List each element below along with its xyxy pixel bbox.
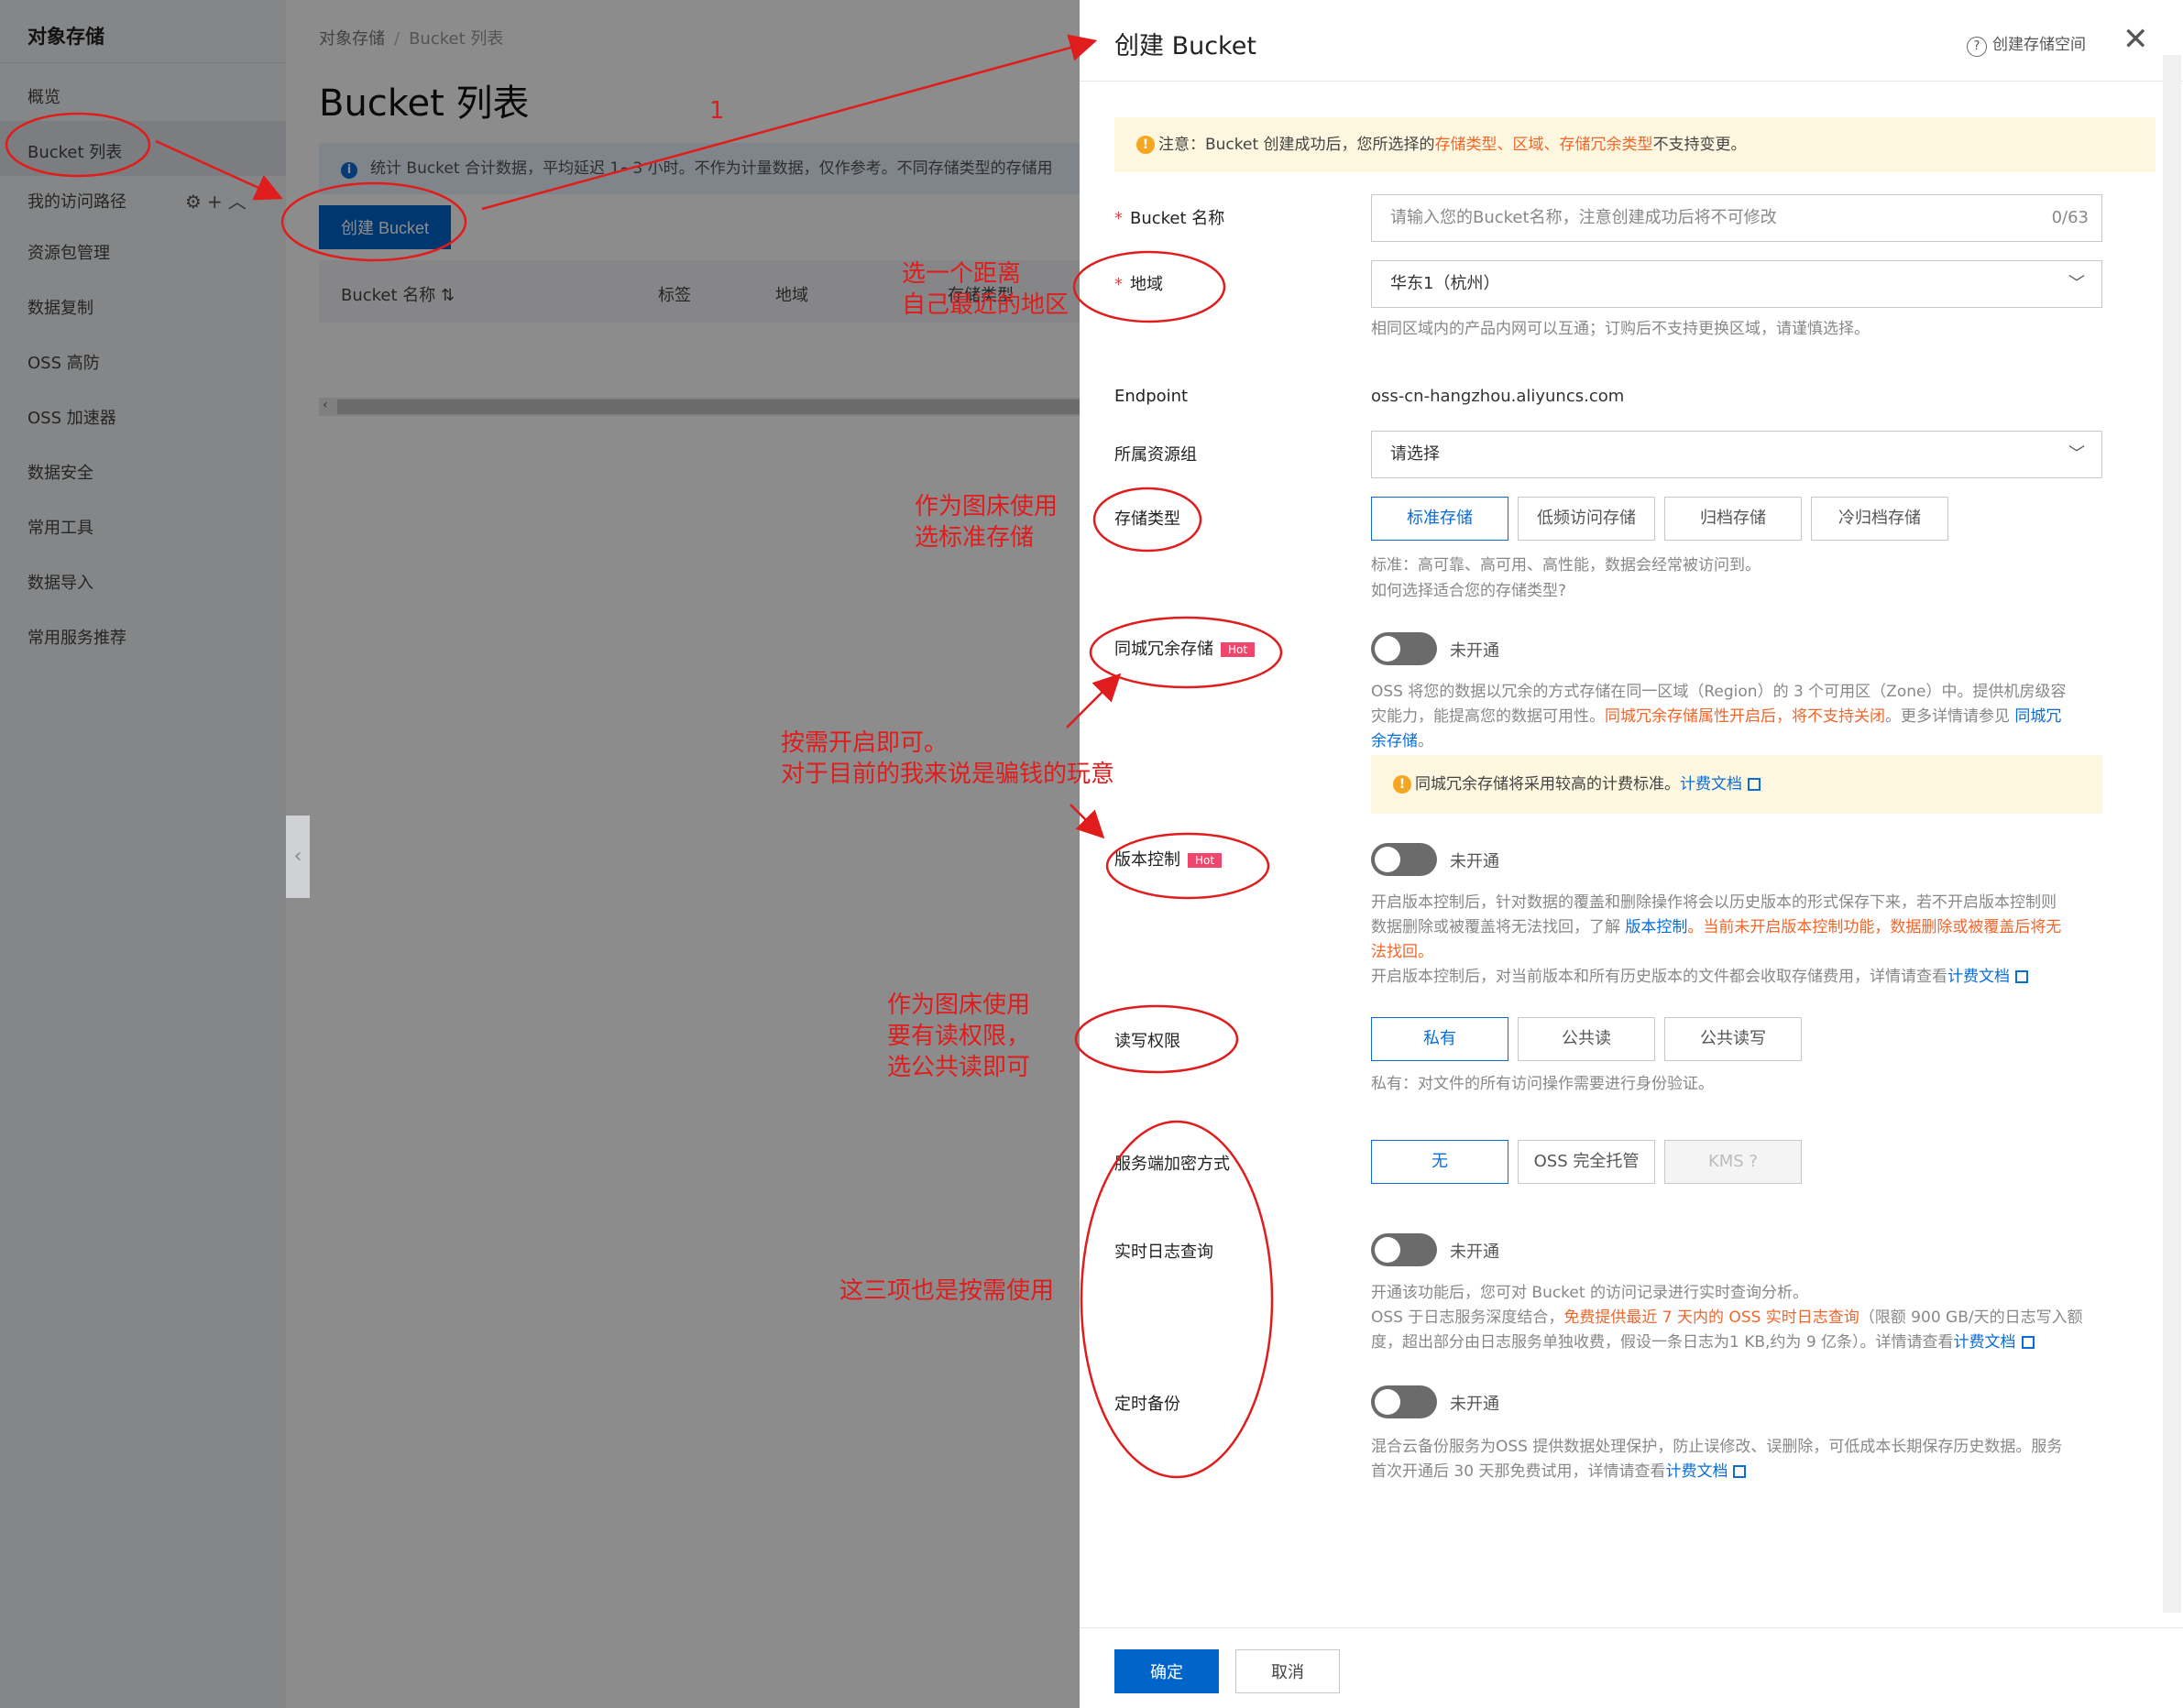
annotation-arrow-drawer (481, 34, 1098, 211)
annotation-misc-note: 这三项也是按需使用 (839, 1277, 1055, 1305)
annotation-storage-note: 作为图床使用 选标准存储 (915, 493, 1059, 552)
annotation-circle-versioning (1105, 832, 1270, 900)
annotation-circle-bucket-list (5, 112, 151, 178)
annotation-layer (5, 34, 1283, 1479)
annotation-region-note: 选一个距离 自己最近的地区 (902, 260, 1070, 319)
annotation-step-number: 1 (709, 97, 725, 125)
annotation-circle-acl (1074, 1004, 1239, 1074)
annotation-circle-region (1072, 250, 1226, 323)
annotation-redundancy-note: 按需开启即可。 对于目前的我来说是骗钱的玩意 (781, 729, 1115, 788)
annotation-arrow-versioning (1070, 804, 1105, 839)
annotation-arrow-redundancy (1066, 673, 1122, 728)
annotation-circle-storage-class (1092, 487, 1202, 553)
annotation-circle-create-button (280, 181, 467, 262)
annotation-acl-note: 作为图床使用 要有读权限， 选公共读即可 (887, 991, 1031, 1081)
annotation-circle-misc (1080, 1120, 1274, 1479)
annotation-arrow-sidebar (155, 139, 283, 201)
annotation-circle-redundancy (1089, 616, 1283, 689)
